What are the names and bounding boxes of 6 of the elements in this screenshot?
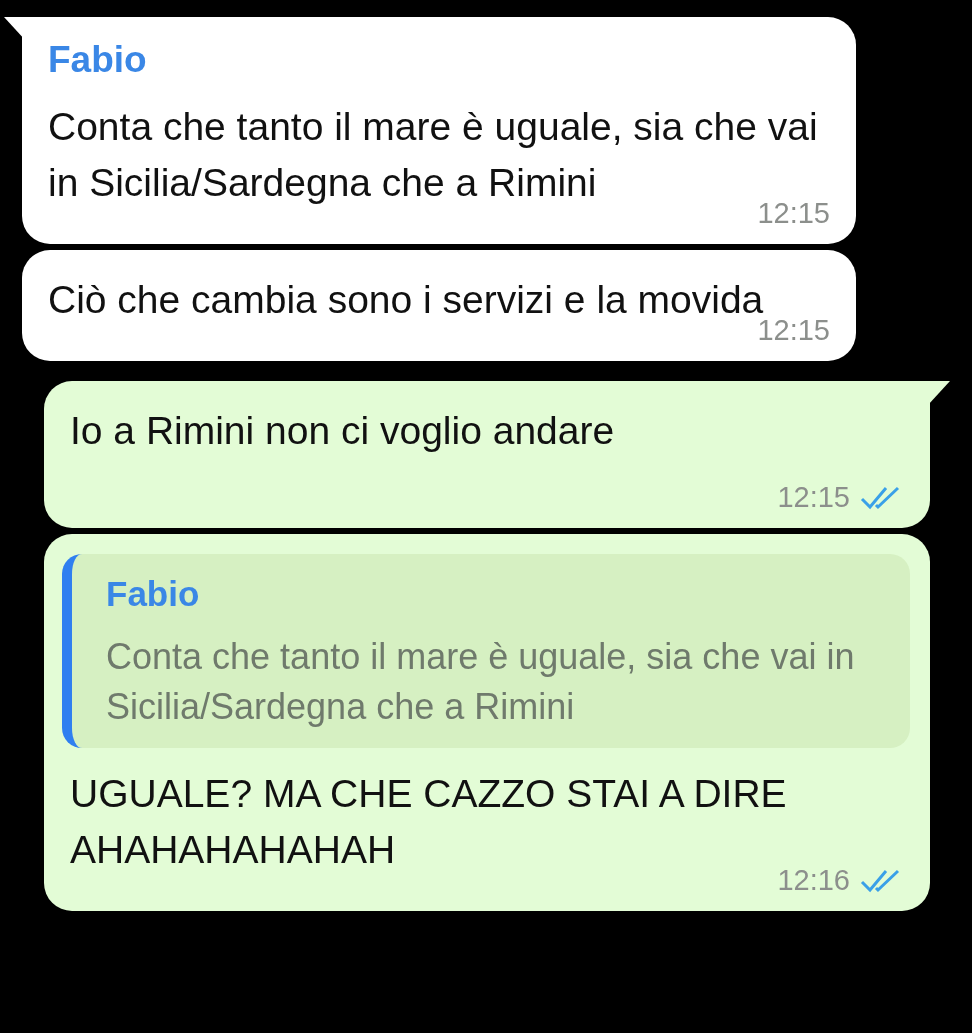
sender-name: Fabio xyxy=(48,39,148,81)
message-time: 12:15 xyxy=(777,481,850,514)
quoted-sender-name: Fabio xyxy=(106,574,201,614)
quoted-message[interactable]: Fabio Conta che tanto il mare è uguale, sia che vai in Sicilia/Sardegna che a Rimini xyxy=(62,554,910,748)
message-text: Io a Rimini non ci voglio andare xyxy=(70,408,616,454)
quoted-message-text: Conta che tanto il mare è uguale, sia che vai in Sicilia/Sardegna che a Rimini xyxy=(106,635,856,729)
